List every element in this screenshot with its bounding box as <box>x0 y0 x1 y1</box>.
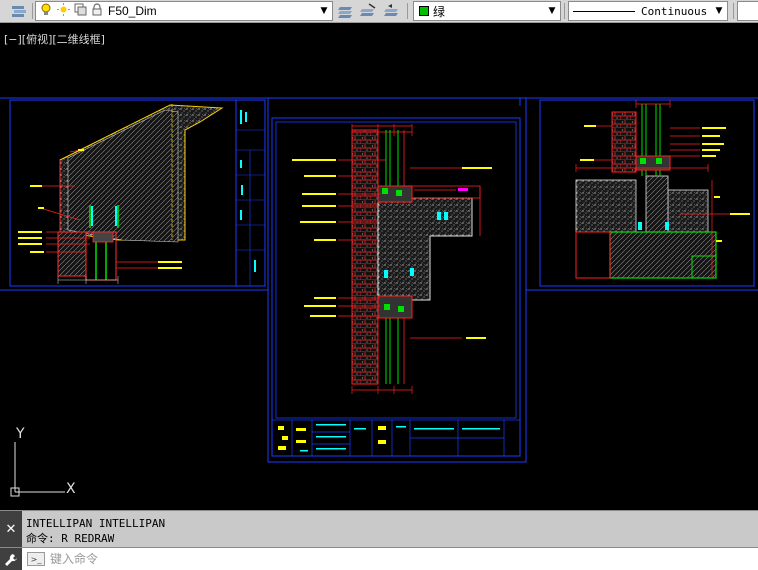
bulb-icon <box>39 3 53 19</box>
toolbar-separator <box>32 3 33 19</box>
properties-toolbar: F50_Dim ▼ 绿 ▼ Continuous ▼ <box>0 0 758 23</box>
right-detail-sheet <box>539 99 755 287</box>
chevron-down-icon[interactable]: ▼ <box>545 3 559 19</box>
middle-detail-sheet <box>271 117 521 457</box>
close-icon[interactable]: ✕ <box>0 511 22 548</box>
command-history-line: INTELLIPAN INTELLIPAN <box>26 517 166 530</box>
ucs-y-label: Y <box>15 426 25 442</box>
layer-previous-icon[interactable] <box>383 2 401 20</box>
ucs-x-label: X <box>66 481 76 497</box>
command-history: ✕ INTELLIPAN INTELLIPAN 命令: R REDRAW <box>0 510 758 548</box>
lock-icon <box>90 3 104 19</box>
lineweight-dropdown[interactable] <box>737 1 758 21</box>
toolbar-separator <box>733 3 734 19</box>
chevron-down-icon[interactable]: ▼ <box>712 3 726 19</box>
layer-states-icon[interactable] <box>337 2 355 20</box>
layer-name: F50_Dim <box>108 4 157 18</box>
linetype-dropdown[interactable]: Continuous ▼ <box>568 1 728 21</box>
wrench-icon[interactable] <box>0 548 22 570</box>
layer-dropdown[interactable]: F50_Dim ▼ <box>35 1 333 21</box>
layer-match-icon[interactable] <box>359 2 377 20</box>
command-prompt-icon[interactable]: >_ <box>27 552 45 566</box>
color-swatch <box>419 6 429 16</box>
chevron-down-icon[interactable]: ▼ <box>317 3 331 19</box>
toolbar-separator <box>564 3 565 19</box>
command-input[interactable] <box>50 550 750 568</box>
linetype-label: Continuous <box>641 4 708 18</box>
command-line: >_ <box>0 547 758 570</box>
color-label: 绿 <box>433 4 446 19</box>
layer-properties-icon[interactable] <box>10 2 28 20</box>
left-detail-sheet <box>9 99 266 287</box>
sun-icon <box>56 3 70 19</box>
drawing-canvas[interactable]: Y X <box>0 24 758 510</box>
ucs-icon <box>10 442 65 497</box>
command-history-line: 命令: R REDRAW <box>26 532 115 545</box>
toolbar-separator <box>407 3 408 19</box>
linetype-preview <box>573 10 635 12</box>
color-dropdown[interactable]: 绿 ▼ <box>413 1 561 21</box>
layer-color-icon <box>73 3 87 19</box>
